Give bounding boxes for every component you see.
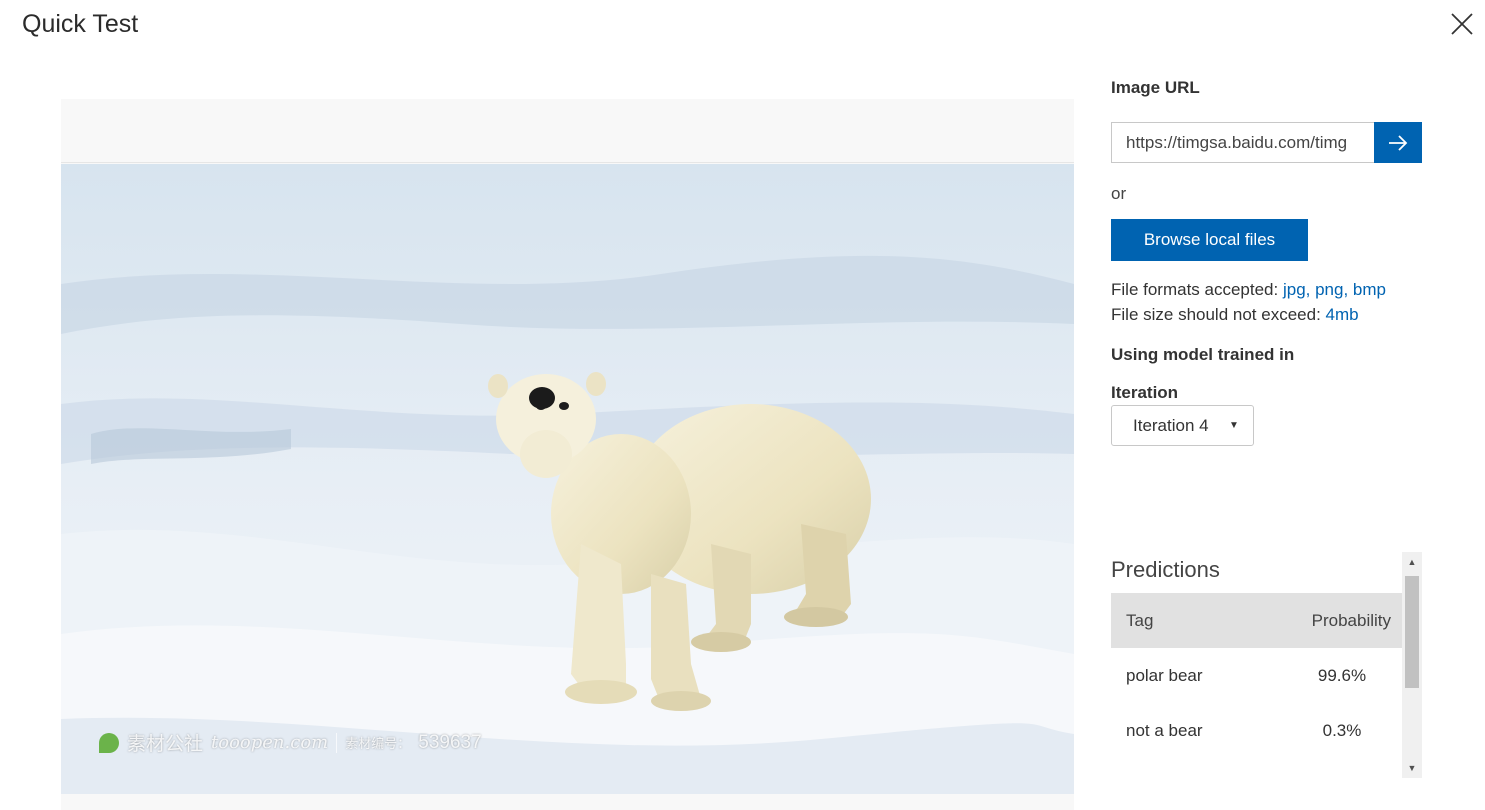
- model-label: Using model trained in: [1111, 345, 1295, 364]
- or-separator: or: [1111, 184, 1127, 203]
- column-header-tag: Tag: [1126, 610, 1154, 630]
- file-formats-label: File formats accepted:: [1111, 280, 1283, 299]
- image-preview: 素材公社 tooopen.com 素材编号： 539637: [61, 99, 1074, 810]
- caret-down-icon: ▼: [1229, 420, 1239, 431]
- browse-local-files-button[interactable]: Browse local files: [1111, 219, 1308, 261]
- dialog-title: Quick Test: [22, 10, 139, 38]
- file-size-info: File size should not exceed: 4mb: [1111, 305, 1359, 325]
- predictions-scrollbar[interactable]: ▲ ▼: [1402, 552, 1422, 778]
- test-options-panel: Image URL or Browse local files File for…: [1111, 0, 1431, 810]
- prediction-probability: 0.3%: [1322, 720, 1362, 740]
- file-size-label: File size should not exceed:: [1111, 305, 1326, 324]
- preview-toolbar: [61, 99, 1074, 163]
- watermark-code: 539637: [418, 731, 482, 753]
- submit-url-button[interactable]: [1374, 122, 1422, 163]
- iteration-label: Iteration: [1111, 383, 1179, 402]
- close-button[interactable]: [1448, 10, 1476, 38]
- predictions-table-header: Tag Probability: [1111, 593, 1403, 648]
- watermark-logo-icon: [99, 732, 119, 753]
- predictions-title: Predictions: [1111, 557, 1220, 582]
- watermark-code-label: 素材编号：: [345, 736, 411, 751]
- prediction-tag: polar bear: [1126, 665, 1203, 685]
- table-row: polar bear 99.6%: [1111, 648, 1403, 703]
- arrow-right-icon: [1389, 134, 1408, 151]
- iteration-selected-value: Iteration 4: [1133, 415, 1209, 435]
- file-size-value: 4mb: [1325, 305, 1359, 324]
- file-formats-info: File formats accepted: jpg, png, bmp: [1111, 280, 1386, 300]
- scroll-down-arrow-icon[interactable]: ▼: [1402, 758, 1422, 778]
- image-url-row: [1111, 122, 1422, 163]
- iteration-select[interactable]: Iteration 4 ▼: [1111, 405, 1254, 446]
- image-watermark: 素材公社 tooopen.com 素材编号： 539637: [99, 729, 482, 756]
- scrollbar-thumb[interactable]: [1405, 576, 1419, 688]
- file-formats-value: jpg, png, bmp: [1282, 280, 1386, 299]
- table-row: not a bear 0.3%: [1111, 703, 1403, 758]
- image-url-label: Image URL: [1111, 78, 1200, 97]
- watermark-brand: 素材公社: [127, 734, 204, 755]
- scroll-up-arrow-icon[interactable]: ▲: [1402, 552, 1422, 572]
- watermark-separator: [336, 732, 338, 753]
- column-header-probability: Probability: [1311, 610, 1391, 630]
- watermark-domain: tooopen.com: [211, 732, 329, 753]
- prediction-tag: not a bear: [1126, 720, 1203, 740]
- predictions-table: Tag Probability polar bear 99.6% not a b…: [1111, 593, 1403, 778]
- close-icon: [1451, 13, 1473, 35]
- test-image: 素材公社 tooopen.com 素材编号： 539637: [61, 164, 1074, 794]
- image-url-input[interactable]: [1111, 122, 1374, 163]
- prediction-probability: 99.6%: [1317, 665, 1367, 685]
